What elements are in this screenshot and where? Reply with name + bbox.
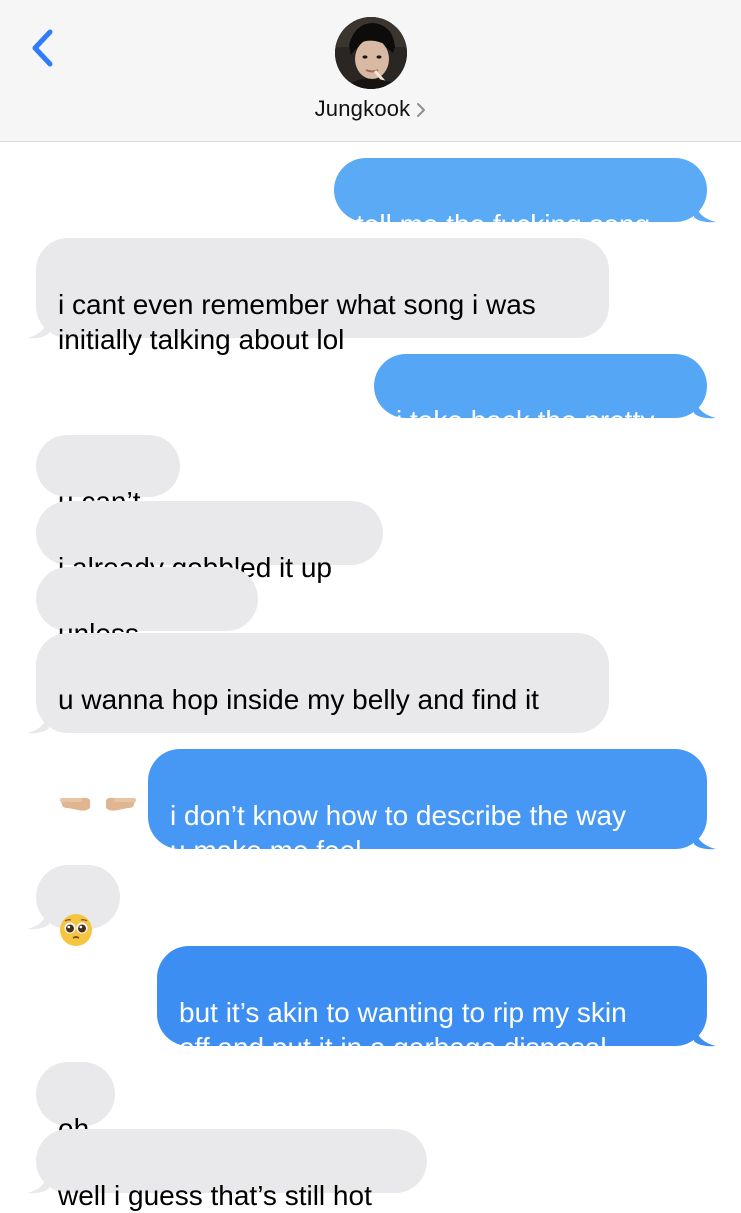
message-text: tell me the fucking song <box>356 209 651 240</box>
message-text: i don’t know how to describe the way u m… <box>170 800 627 866</box>
contact-name: Jungkook <box>314 96 411 121</box>
conversation-header: Jungkook <box>0 0 741 142</box>
bubble-tail <box>694 826 716 850</box>
contact-name-button[interactable]: Jungkook <box>0 96 741 122</box>
message-text: u wanna hop inside my belly and find it <box>58 684 539 715</box>
message-bubble-incoming[interactable] <box>27 865 120 946</box>
chevron-left-icon <box>32 29 53 67</box>
message-text: well i guess that’s still hot <box>58 1180 372 1211</box>
chevron-right-icon <box>417 103 426 118</box>
message-bubble-outgoing[interactable]: but it’s akin to wanting to rip my skin … <box>157 946 716 1063</box>
message-bubble-incoming[interactable]: oh <box>36 1062 115 1144</box>
message-bubble-incoming[interactable]: i cant even remember what song i was ini… <box>27 238 609 355</box>
message-text: but it’s akin to wanting to rip my skin … <box>179 997 627 1063</box>
message-text: i take back the pretty <box>396 405 655 436</box>
bubble-tail <box>694 199 716 223</box>
back-button[interactable] <box>26 26 62 70</box>
pleading-face-emoji <box>60 914 92 946</box>
bubble-tail <box>694 1023 716 1047</box>
message-bubble-outgoing[interactable]: i don’t know how to describe the way u m… <box>148 749 716 866</box>
message-bubble-outgoing[interactable]: i take back the pretty <box>374 354 716 436</box>
message-bubble-incoming[interactable]: u wanna hop inside my belly and find it <box>27 633 609 811</box>
message-bubble-outgoing[interactable]: tell me the fucking song <box>334 158 716 240</box>
bubble-tail <box>27 315 49 339</box>
bubble-tail <box>27 906 49 930</box>
message-thread: tell me the fucking song i cant even rem… <box>0 141 741 1211</box>
message-bubble-incoming[interactable]: i already gobbled it up <box>36 501 383 583</box>
pointing-hands-emoji <box>58 752 138 822</box>
bubble-tail <box>694 395 716 419</box>
bubble-tail <box>27 1170 49 1194</box>
message-bubble-incoming[interactable]: unless <box>36 567 258 710</box>
avatar[interactable] <box>335 17 407 89</box>
message-bubble-incoming[interactable]: u can’t <box>36 435 180 517</box>
bubble-tail <box>27 710 49 734</box>
message-text: i cant even remember what song i was ini… <box>58 289 536 355</box>
message-bubble-incoming[interactable]: well i guess that’s still hot <box>27 1129 427 1211</box>
